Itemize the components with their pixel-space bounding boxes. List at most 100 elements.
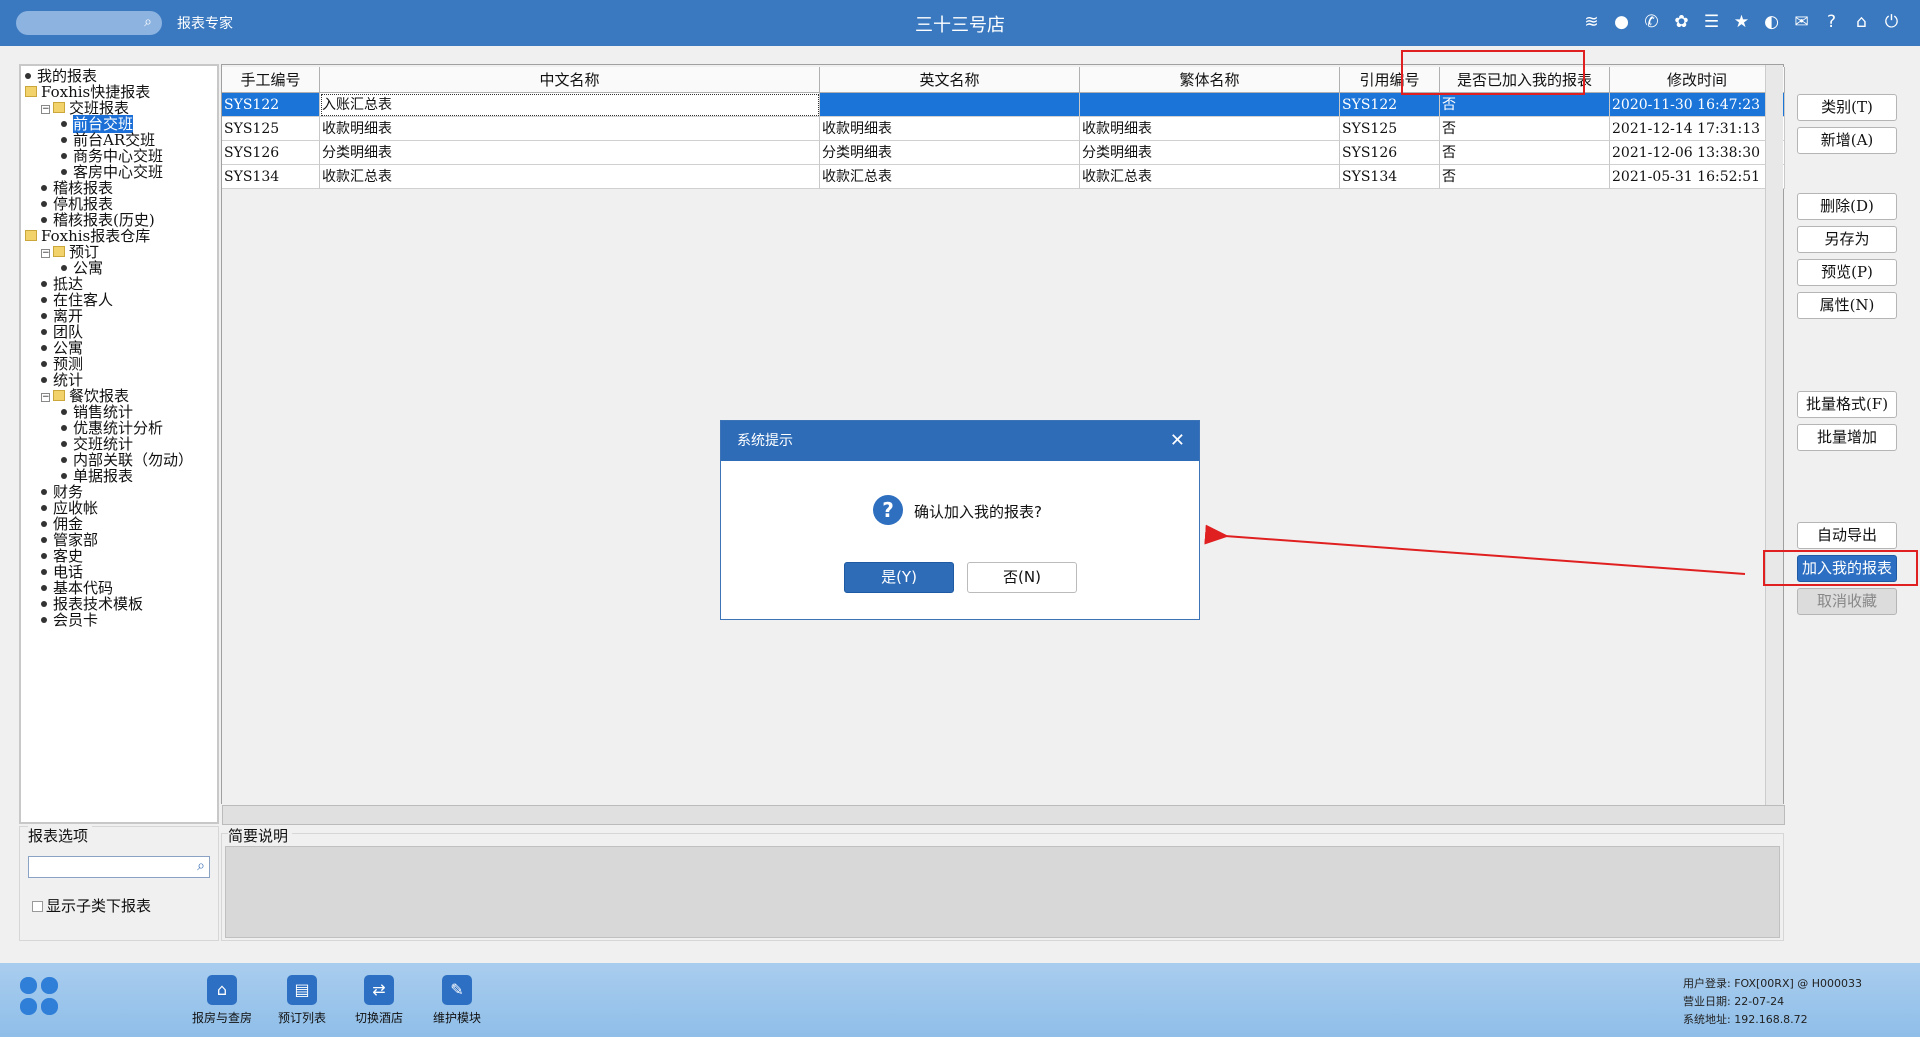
tree-item[interactable]: 离开 bbox=[41, 308, 83, 324]
tree-item[interactable]: 稽核报表 bbox=[41, 180, 113, 196]
tree-item[interactable]: 基本代码 bbox=[41, 580, 113, 596]
table-cell[interactable] bbox=[1080, 93, 1340, 117]
properties-button[interactable]: 属性(N) bbox=[1797, 292, 1897, 319]
horizontal-scrollbar[interactable] bbox=[222, 805, 1785, 825]
auto-export-button[interactable]: 自动导出 bbox=[1797, 522, 1897, 549]
table-row[interactable]: SYS126 分类明细表 分类明细表 分类明细表 SYS126 否 2021-12-06 1… bbox=[222, 141, 1785, 165]
footer-room-check-button[interactable]: ⌂ 报房与查房 bbox=[182, 975, 262, 1026]
tree-item[interactable]: 预测 bbox=[41, 356, 83, 372]
delete-button[interactable]: 删除(D) bbox=[1797, 193, 1897, 220]
tree-item[interactable]: 电话 bbox=[41, 564, 83, 580]
collapse-icon[interactable]: − bbox=[41, 249, 50, 258]
table-cell[interactable]: 否 bbox=[1440, 165, 1610, 189]
search-icon[interactable]: ⌕ bbox=[197, 858, 205, 874]
phone-icon[interactable]: ✆ bbox=[1641, 11, 1662, 33]
column-header[interactable]: 英文名称 bbox=[820, 67, 1080, 93]
tree-item[interactable]: 前台AR交班 bbox=[61, 132, 155, 148]
table-cell[interactable]: SYS125 bbox=[1340, 117, 1440, 141]
tree-item[interactable]: 停机报表 bbox=[41, 196, 113, 212]
column-header[interactable]: 修改时间 bbox=[1610, 67, 1785, 93]
tree-item[interactable]: 交班统计 bbox=[61, 436, 133, 452]
tree-item[interactable]: 公寓 bbox=[41, 340, 83, 356]
batch-format-button[interactable]: 批量格式(F) bbox=[1797, 391, 1897, 418]
table-row[interactable]: SYS125 收款明细表 收款明细表 收款明细表 SYS125 否 2021-12-14 1… bbox=[222, 117, 1785, 141]
table-cell[interactable]: SYS125 bbox=[222, 117, 320, 141]
tree-item[interactable]: 公寓 bbox=[61, 260, 103, 276]
tree-item[interactable]: 商务中心交班 bbox=[61, 148, 163, 164]
table-cell[interactable]: 2021-12-14 17:31:13 bbox=[1610, 117, 1785, 141]
options-search-input[interactable]: ⌕ bbox=[28, 856, 210, 878]
table-cell[interactable]: 收款汇总表 bbox=[1080, 165, 1340, 189]
table-cell[interactable]: 2021-05-31 16:52:51 bbox=[1610, 165, 1785, 189]
tree-item[interactable]: 单据报表 bbox=[61, 468, 133, 484]
no-button[interactable]: 否(N) bbox=[967, 562, 1077, 593]
tree-item[interactable]: − 预订 bbox=[41, 244, 99, 260]
tree-item[interactable]: 客房中心交班 bbox=[61, 164, 163, 180]
star-icon[interactable]: ★ bbox=[1731, 11, 1752, 33]
tree-item[interactable]: 统计 bbox=[41, 372, 83, 388]
column-header[interactable]: 繁体名称 bbox=[1080, 67, 1340, 93]
menu-icon[interactable]: ☰ bbox=[1701, 11, 1722, 33]
table-cell[interactable]: 收款明细表 bbox=[1080, 117, 1340, 141]
tree-item[interactable]: 销售统计 bbox=[61, 404, 133, 420]
table-cell[interactable]: 入账汇总表 bbox=[320, 93, 820, 117]
table-cell[interactable]: 收款汇总表 bbox=[320, 165, 820, 189]
tree-item[interactable]: 团队 bbox=[41, 324, 83, 340]
mail-icon[interactable]: ✉ bbox=[1791, 11, 1812, 33]
theme-icon[interactable]: ◐ bbox=[1761, 11, 1782, 33]
tree-item[interactable]: 会员卡 bbox=[41, 612, 98, 628]
tree-item[interactable]: 内部关联（勿动） bbox=[61, 452, 193, 468]
table-cell[interactable]: SYS122 bbox=[222, 93, 320, 117]
tree-item[interactable]: − 餐饮报表 bbox=[41, 388, 129, 404]
close-icon[interactable]: ✕ bbox=[1170, 421, 1185, 461]
table-row[interactable]: SYS122 入账汇总表 SYS122 否 2020-11-30 16:47:23 bbox=[222, 93, 1785, 117]
table-cell[interactable]: SYS126 bbox=[1340, 141, 1440, 165]
checkbox-box[interactable] bbox=[32, 901, 43, 912]
tree-item[interactable]: Foxhis快捷报表 bbox=[25, 84, 150, 100]
yes-button[interactable]: 是(Y) bbox=[844, 562, 954, 593]
column-header[interactable]: 中文名称 bbox=[320, 67, 820, 93]
tree-item[interactable]: 稽核报表(历史) bbox=[41, 212, 155, 228]
table-cell[interactable]: 收款明细表 bbox=[320, 117, 820, 141]
collapse-icon[interactable]: − bbox=[41, 393, 50, 402]
tree-item[interactable]: 我的报表 bbox=[25, 68, 97, 84]
footer-reservation-list-button[interactable]: ▤ 预订列表 bbox=[262, 975, 342, 1026]
unfavorite-button[interactable]: 取消收藏 bbox=[1797, 588, 1897, 615]
category-button[interactable]: 类别(T) bbox=[1797, 94, 1897, 121]
table-cell[interactable]: 否 bbox=[1440, 93, 1610, 117]
table-cell[interactable]: 否 bbox=[1440, 117, 1610, 141]
show-subcategory-checkbox[interactable]: 显示子类下报表 bbox=[32, 895, 151, 916]
column-header[interactable]: 手工编号 bbox=[222, 67, 320, 93]
table-cell[interactable]: 2020-11-30 16:47:23 bbox=[1610, 93, 1785, 117]
footer-switch-hotel-button[interactable]: ⇄ 切换酒店 bbox=[339, 975, 419, 1026]
power-icon[interactable]: ⏻ bbox=[1881, 11, 1902, 33]
batch-add-button[interactable]: 批量增加 bbox=[1797, 424, 1897, 451]
table-cell[interactable]: SYS134 bbox=[222, 165, 320, 189]
description-textarea[interactable] bbox=[225, 846, 1780, 938]
tree-item[interactable]: 优惠统计分析 bbox=[61, 420, 163, 436]
table-cell[interactable]: 分类明细表 bbox=[820, 141, 1080, 165]
tree-item[interactable]: 前台交班 bbox=[61, 115, 134, 133]
table-cell[interactable] bbox=[820, 93, 1080, 117]
table-cell[interactable]: 收款明细表 bbox=[820, 117, 1080, 141]
table-cell[interactable]: 2021-12-06 13:38:30 bbox=[1610, 141, 1785, 165]
tree-item[interactable]: 客史 bbox=[41, 548, 83, 564]
tree-item[interactable]: 管家部 bbox=[41, 532, 98, 548]
table-cell[interactable]: 分类明细表 bbox=[320, 141, 820, 165]
footer-maintenance-button[interactable]: ✎ 维护模块 bbox=[417, 975, 497, 1026]
table-cell[interactable]: SYS122 bbox=[1340, 93, 1440, 117]
app-logo-icon[interactable] bbox=[20, 977, 60, 1017]
tree-item[interactable]: Foxhis报表仓库 bbox=[25, 228, 150, 244]
chat-icon[interactable]: ● bbox=[1611, 11, 1632, 33]
wifi-icon[interactable]: ≋ bbox=[1581, 11, 1602, 33]
vertical-scrollbar[interactable] bbox=[1765, 65, 1783, 805]
home-icon[interactable]: ⌂ bbox=[1851, 11, 1872, 33]
preview-button[interactable]: 预览(P) bbox=[1797, 259, 1897, 286]
tree-item[interactable]: − 交班报表 bbox=[41, 100, 129, 116]
table-cell[interactable]: 收款汇总表 bbox=[820, 165, 1080, 189]
tree-item[interactable]: 财务 bbox=[41, 484, 83, 500]
table-cell[interactable]: 否 bbox=[1440, 141, 1610, 165]
table-row[interactable]: SYS134 收款汇总表 收款汇总表 收款汇总表 SYS134 否 2021-05-31 1… bbox=[222, 165, 1785, 189]
add-button[interactable]: 新增(A) bbox=[1797, 127, 1897, 154]
table-cell[interactable]: 分类明细表 bbox=[1080, 141, 1340, 165]
